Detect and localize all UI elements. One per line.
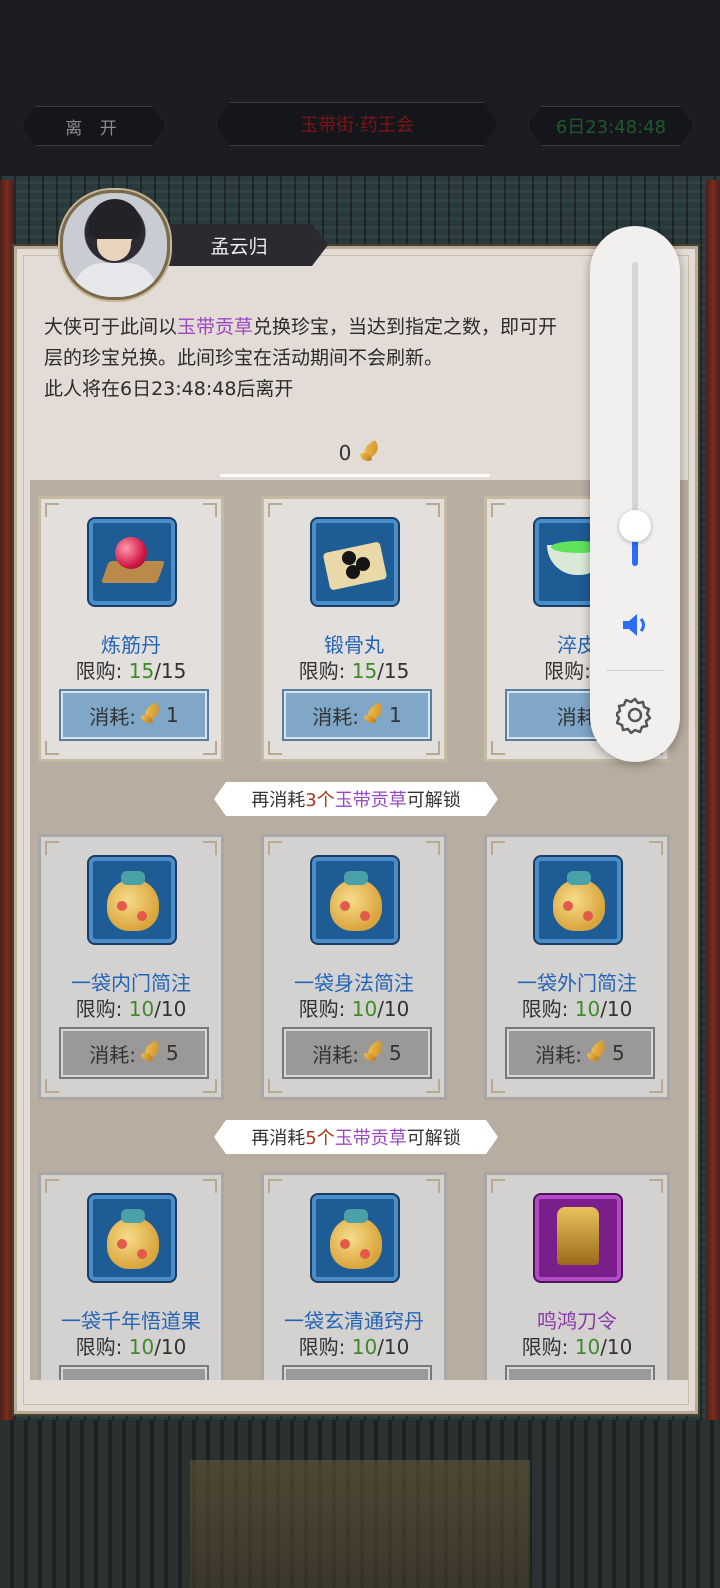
gold-bag-icon xyxy=(312,857,398,943)
unlock-banner: 再消耗 3个 玉带贡草 可解锁 xyxy=(214,782,498,816)
right-pillar xyxy=(706,180,720,1440)
item-name: 一袋千年悟道果 xyxy=(61,1309,201,1333)
volume-panel xyxy=(590,226,680,762)
item-limit: 限购: 10/10 xyxy=(298,1335,410,1359)
unlock-banner: 再消耗 5个 玉带贡草 可解锁 xyxy=(214,1120,498,1154)
gold-bag-icon xyxy=(89,1195,175,1281)
description-text: 大侠可于此间以玉带贡草兑换珍宝，当达到指定之数，即可开 层的珍宝兑换。此间珍宝在… xyxy=(44,312,624,405)
golden-leaf-icon xyxy=(359,442,381,464)
item-name: 一袋外门简注 xyxy=(517,971,637,995)
desc-line3: 此人将在6日23:48:48后离开 xyxy=(44,378,294,400)
cost-button[interactable] xyxy=(282,1365,432,1380)
item-card[interactable]: 一袋内门简注 限购: 10/10 消耗: 5 xyxy=(38,834,224,1100)
top-bar: 离 开 玉带街·药王会 6日23:48:48 xyxy=(0,0,720,176)
desc-currency-name: 玉带贡草 xyxy=(177,316,254,338)
golden-leaf-icon xyxy=(140,704,162,726)
left-pillar xyxy=(0,180,14,1440)
item-card[interactable]: 锻骨丸 限购: 15/15 消耗: 1 xyxy=(261,496,447,762)
item-card[interactable]: 一袋千年悟道果 限购: 10/10 xyxy=(38,1172,224,1380)
volume-slider-knob[interactable] xyxy=(619,510,651,542)
gear-icon[interactable] xyxy=(614,696,654,735)
item-card[interactable]: 炼筋丹 限购: 15/15 消耗: 1 xyxy=(38,496,224,762)
speaker-icon[interactable] xyxy=(618,608,652,642)
npc-name: 孟云归 xyxy=(150,224,328,266)
item-limit: 限购: 10/10 xyxy=(75,997,187,1021)
item-limit: 限购: 15/15 xyxy=(298,659,410,683)
volume-divider xyxy=(606,670,664,671)
golden-leaf-icon xyxy=(586,1042,608,1064)
item-name: 一袋玄清通窍丹 xyxy=(284,1309,424,1333)
cost-button[interactable]: 消耗: 5 xyxy=(59,1027,209,1079)
cost-button[interactable] xyxy=(59,1365,209,1380)
cost-button[interactable]: 消耗: 5 xyxy=(282,1027,432,1079)
desc-line1-post: 兑换珍宝，当达到指定之数，即可开 xyxy=(253,316,558,338)
gold-bag-icon xyxy=(89,857,175,943)
currency-underline xyxy=(220,474,490,477)
currency-amount: 0 xyxy=(338,441,352,465)
cost-button[interactable]: 消耗: 5 xyxy=(505,1027,655,1079)
location-title: 玉带街·药王会 xyxy=(216,102,498,146)
gate-base xyxy=(190,1460,530,1588)
item-card[interactable]: 一袋玄清通窍丹 限购: 10/10 xyxy=(261,1172,447,1380)
item-card[interactable]: 鸣鸿刀令 限购: 10/10 xyxy=(484,1172,670,1380)
item-name: 一袋身法简注 xyxy=(294,971,414,995)
currency-display: 0 xyxy=(300,436,420,470)
item-name: 一袋内门简注 xyxy=(71,971,191,995)
cost-button[interactable] xyxy=(505,1365,655,1380)
gold-bag-icon xyxy=(312,1195,398,1281)
item-name: 锻骨丸 xyxy=(324,633,384,657)
golden-leaf-icon xyxy=(140,1042,162,1064)
item-card[interactable]: 一袋外门简注 限购: 10/10 消耗: 5 xyxy=(484,834,670,1100)
item-limit: 限购: 10/10 xyxy=(75,1335,187,1359)
item-name: 鸣鸿刀令 xyxy=(537,1309,617,1333)
countdown-timer: 6日23:48:48 xyxy=(528,106,694,146)
desc-line2: 层的珍宝兑换。此间珍宝在活动期间不会刷新。 xyxy=(44,347,444,369)
item-limit: 限购: 10/10 xyxy=(298,997,410,1021)
leave-button[interactable]: 离 开 xyxy=(22,106,166,146)
red-pill-icon xyxy=(89,519,175,605)
item-limit: 限购: 10/10 xyxy=(521,997,633,1021)
golden-leaf-icon xyxy=(363,1042,385,1064)
npc-avatar xyxy=(60,190,170,300)
item-limit: 限购: 15/15 xyxy=(75,659,187,683)
item-name: 炼筋丹 xyxy=(101,633,161,657)
item-card[interactable]: 一袋身法简注 限购: 10/10 消耗: 5 xyxy=(261,834,447,1100)
golden-token-icon xyxy=(535,1195,621,1281)
golden-leaf-icon xyxy=(363,704,385,726)
cost-button[interactable]: 消耗: 1 xyxy=(59,689,209,741)
item-limit: 限购: 10/10 xyxy=(521,1335,633,1359)
gold-bag-icon xyxy=(535,857,621,943)
cost-button[interactable]: 消耗: 1 xyxy=(282,689,432,741)
desc-line1-pre: 大侠可于此间以 xyxy=(44,316,178,338)
black-pills-icon xyxy=(312,519,398,605)
